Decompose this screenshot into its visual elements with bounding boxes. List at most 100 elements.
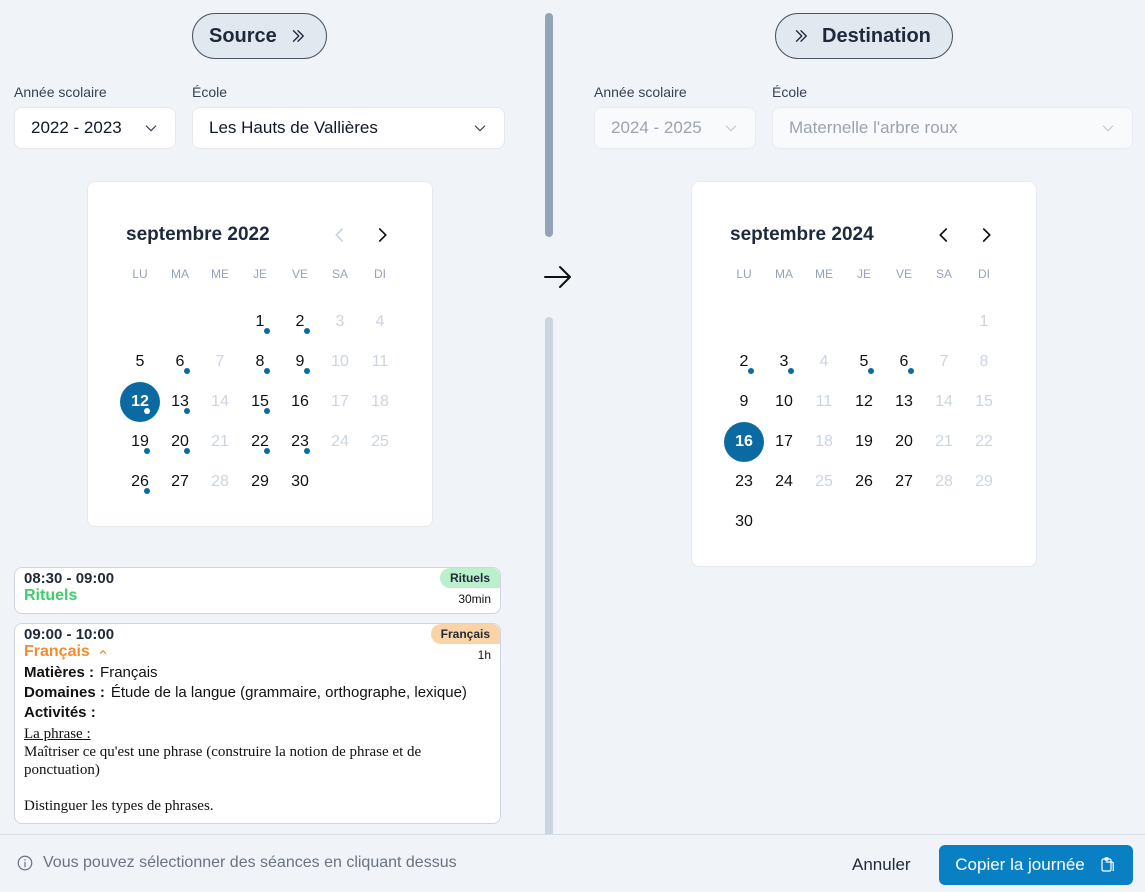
calendar-day[interactable]: 15	[240, 382, 280, 422]
calendar-day[interactable]: 20	[884, 422, 924, 462]
calendar-day[interactable]: 26	[844, 462, 884, 502]
weekday-header: VE	[291, 267, 308, 281]
calendar-day[interactable]: 30	[724, 502, 764, 542]
day-number: 17	[331, 393, 349, 410]
calendar-day[interactable]: 3	[764, 342, 804, 382]
empty-day-cell	[200, 302, 240, 342]
day-number: 14	[935, 393, 953, 410]
destination-year-select: 2024 - 2025	[594, 107, 756, 149]
scrollbar-thumb[interactable]	[545, 13, 553, 237]
calendar-day[interactable]: 9	[724, 382, 764, 422]
day-number: 30	[735, 513, 753, 530]
session-title-text: Rituels	[24, 587, 78, 604]
destination-prev-month-button[interactable]	[932, 223, 956, 247]
calendar-day[interactable]: 6	[884, 342, 924, 382]
has-sessions-dot	[144, 488, 150, 494]
calendar-day[interactable]: 12	[844, 382, 884, 422]
calendar-day-selected[interactable]: 12	[120, 382, 160, 422]
destination-next-month-button[interactable]	[974, 223, 998, 247]
double-chevron-right-icon	[795, 30, 807, 42]
session-time: 09:00 - 10:00	[24, 626, 115, 643]
calendar-day: 15	[964, 382, 1004, 422]
cancel-button[interactable]: Annuler	[840, 845, 923, 885]
clipboard-copy-icon	[1101, 857, 1114, 872]
weekday-header: DI	[374, 267, 386, 281]
has-sessions-dot	[748, 368, 754, 374]
calendar-day[interactable]: 19	[120, 422, 160, 462]
source-prev-month-button[interactable]	[328, 223, 352, 247]
day-number: 18	[815, 433, 833, 450]
calendar-day-selected[interactable]: 16	[724, 422, 764, 462]
scrollbar-track[interactable]	[545, 317, 553, 834]
day-number: 1	[979, 313, 989, 330]
session-title: Rituels	[24, 587, 491, 605]
calendar-day[interactable]: 13	[884, 382, 924, 422]
calendar-day[interactable]: 27	[160, 462, 200, 502]
calendar-day[interactable]: 17	[764, 422, 804, 462]
day-number: 5	[135, 353, 145, 370]
calendar-day: 3	[320, 302, 360, 342]
source-year-select[interactable]: 2022 - 2023	[14, 107, 176, 149]
source-next-month-button[interactable]	[370, 223, 394, 247]
session-card[interactable]: 09:00 - 10:00 Français Français 1h Matiè…	[14, 623, 501, 824]
calendar-day[interactable]: 13	[160, 382, 200, 422]
day-number: 15	[975, 393, 993, 410]
weekday-header: JE	[856, 267, 871, 281]
copy-day-button[interactable]: Copier la journée	[939, 845, 1133, 885]
calendar-day[interactable]: 1	[240, 302, 280, 342]
calendar-day[interactable]: 10	[764, 382, 804, 422]
day-number: 21	[211, 433, 229, 450]
session-card[interactable]: 08:30 - 09:00 Rituels Rituels 30min	[14, 567, 501, 614]
day-number: 18	[371, 393, 389, 410]
calendar-day: 1	[964, 302, 1004, 342]
calendar-day[interactable]: 20	[160, 422, 200, 462]
calendar-day[interactable]: 16	[280, 382, 320, 422]
day-number: 10	[331, 353, 349, 370]
day-number: 16	[291, 393, 309, 410]
calendar-day[interactable]: 2	[724, 342, 764, 382]
destination-pill-button[interactable]: Destination	[775, 13, 953, 59]
empty-day-cell	[764, 302, 804, 342]
calendar-day[interactable]: 5	[120, 342, 160, 382]
calendar-day: 11	[360, 342, 400, 382]
day-number: 24	[331, 433, 349, 450]
calendar-day[interactable]: 30	[280, 462, 320, 502]
calendar-day: 8	[964, 342, 1004, 382]
calendar-day: 11	[804, 382, 844, 422]
empty-day-cell	[804, 302, 844, 342]
day-number: 27	[895, 473, 913, 490]
calendar-day[interactable]: 8	[240, 342, 280, 382]
empty-day-cell	[160, 302, 200, 342]
calendar-day[interactable]: 26	[120, 462, 160, 502]
calendar-day: 28	[200, 462, 240, 502]
calendar-day[interactable]: 2	[280, 302, 320, 342]
calendar-day: 7	[200, 342, 240, 382]
calendar-day[interactable]: 22	[240, 422, 280, 462]
calendar-day[interactable]: 9	[280, 342, 320, 382]
calendar-day[interactable]: 23	[280, 422, 320, 462]
has-sessions-dot	[184, 368, 190, 374]
activity-line: Distinguer les types de phrases.	[24, 798, 214, 814]
calendar-day[interactable]: 29	[240, 462, 280, 502]
chevron-up-icon[interactable]	[98, 647, 108, 657]
calendar-day[interactable]: 19	[844, 422, 884, 462]
calendar-day[interactable]: 6	[160, 342, 200, 382]
source-school-select[interactable]: Les Hauts de Vallières	[192, 107, 505, 149]
calendar-day[interactable]: 23	[724, 462, 764, 502]
day-number: 25	[371, 433, 389, 450]
calendar-day[interactable]: 27	[884, 462, 924, 502]
weekday-header: SA	[331, 267, 348, 281]
chevron-down-icon	[145, 125, 157, 132]
day-number: 24	[775, 473, 793, 490]
weekday-header: ME	[211, 267, 229, 281]
has-sessions-dot	[184, 448, 190, 454]
calendar-day[interactable]: 24	[764, 462, 804, 502]
source-pill-button[interactable]: Source	[192, 13, 327, 59]
calendar-day[interactable]: 5	[844, 342, 884, 382]
calendar-day: 17	[320, 382, 360, 422]
has-sessions-dot	[304, 368, 310, 374]
matieres-value: Français	[100, 664, 158, 681]
chevron-down-icon	[474, 125, 486, 132]
day-number: 9	[295, 353, 305, 370]
calendar-day: 4	[804, 342, 844, 382]
